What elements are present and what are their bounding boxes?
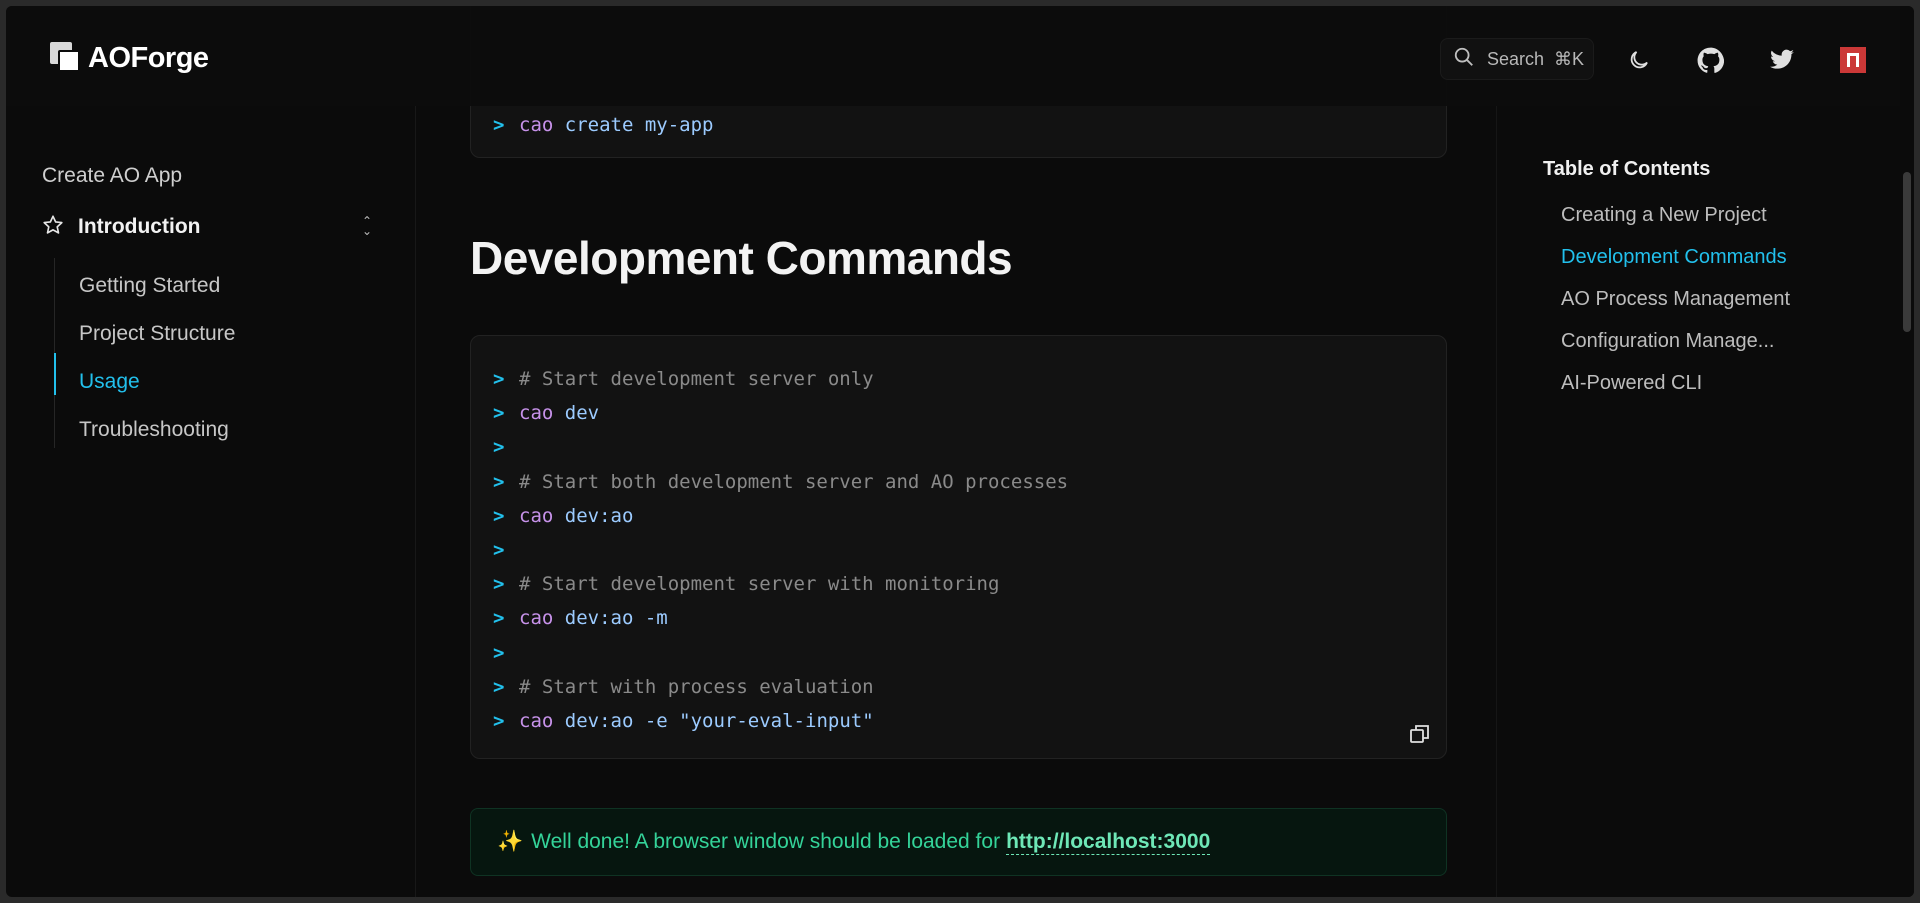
code-block-dev-commands: > # Start development server only > cao dev…: [470, 335, 1447, 759]
code-line: > # Start with process evaluation: [493, 673, 874, 701]
sidebar-item-project-structure[interactable]: Project Structure: [79, 322, 235, 346]
sidebar-link-create-ao-app[interactable]: Create AO App: [42, 164, 182, 188]
toc-item-creating-project[interactable]: Creating a New Project: [1561, 204, 1767, 227]
prompt-icon: >: [493, 504, 505, 527]
prompt-icon: >: [493, 368, 505, 390]
toc-item-ao-process-management[interactable]: AO Process Management: [1561, 288, 1790, 311]
code-command: cao: [519, 402, 554, 425]
moon-icon[interactable]: [1625, 46, 1653, 74]
code-line: > cao dev:ao: [493, 502, 633, 530]
code-line: > cao create my-app: [493, 111, 713, 139]
top-header: AOForge Search ⌘K: [6, 6, 1900, 106]
sidebar-item-troubleshooting[interactable]: Troubleshooting: [79, 418, 229, 442]
code-args: dev:ao -e: [553, 710, 680, 732]
npm-icon[interactable]: [1839, 46, 1867, 74]
code-line: >: [493, 433, 519, 461]
success-callout: ✨ Well done! A browser window should be …: [470, 808, 1447, 876]
scrollbar[interactable]: [1900, 6, 1914, 897]
search-label: Search: [1487, 48, 1545, 69]
star-icon: [42, 214, 64, 241]
code-line: > cao dev: [493, 399, 599, 427]
copy-icon[interactable]: [1408, 722, 1432, 746]
prompt-icon: >: [493, 539, 505, 561]
scroll-thumb[interactable]: [1903, 172, 1911, 332]
code-line: > cao dev:ao -e "your-eval-input": [493, 707, 874, 735]
toc-item-development-commands[interactable]: Development Commands: [1561, 246, 1787, 269]
code-args: dev:ao: [553, 504, 634, 527]
active-indicator: [54, 353, 56, 395]
prompt-icon: >: [493, 573, 505, 596]
code-comment: # Start development server only: [519, 368, 874, 390]
github-icon[interactable]: [1696, 46, 1724, 74]
code-args: dev:ao -m: [553, 607, 668, 630]
code-line: >: [493, 639, 519, 667]
prompt-icon: >: [493, 641, 505, 664]
code-comment: # Start development server with monitori…: [519, 573, 1000, 596]
sidebar-list: Getting Started Project Structure Usage …: [54, 258, 354, 448]
prompt-icon: >: [493, 675, 505, 698]
code-command: cao: [519, 504, 554, 527]
code-string: "your-eval-input": [679, 710, 874, 732]
sidebar-section-introduction[interactable]: Introduction ⌃ ⌄: [42, 210, 372, 244]
code-line: > cao dev:ao -m: [493, 604, 668, 632]
prompt-icon: >: [493, 470, 505, 493]
search-shortcut: ⌘K: [1554, 48, 1585, 69]
main-content: > cao create my-app Development Commands…: [416, 6, 1496, 897]
sidebar-item-usage[interactable]: Usage: [79, 370, 140, 394]
code-args: dev: [553, 402, 600, 425]
localhost-link[interactable]: http://localhost:3000: [1006, 830, 1211, 855]
code-line: > # Start development server with monitor…: [493, 570, 999, 598]
callout-text: Well done! A browser window should be lo…: [531, 830, 1001, 853]
search-button[interactable]: Search ⌘K: [1440, 38, 1594, 80]
prompt-icon: >: [493, 607, 505, 630]
prompt-icon: >: [493, 114, 505, 136]
table-of-contents: Table of Contents Creating a New Project…: [1496, 106, 1900, 897]
section-heading: Development Commands: [470, 232, 1013, 284]
code-line: > # Start both development server and AO …: [493, 468, 1068, 496]
code-line: > # Start development server only: [493, 365, 874, 393]
chevron-collapse-icon[interactable]: ⌃ ⌄: [362, 215, 372, 237]
app-window: > cao create my-app Development Commands…: [6, 6, 1914, 897]
code-args: create my-app: [553, 114, 714, 136]
code-comment: # Start with process evaluation: [519, 675, 874, 698]
prompt-icon: >: [493, 402, 505, 425]
code-command: cao: [519, 114, 554, 136]
toc-title: Table of Contents: [1543, 158, 1711, 180]
code-command: cao: [519, 607, 554, 630]
toc-item-configuration-management[interactable]: Configuration Manage...: [1561, 330, 1774, 353]
logo-icon: [50, 42, 82, 74]
prompt-icon: >: [493, 710, 505, 732]
sidebar-item-getting-started[interactable]: Getting Started: [79, 274, 220, 298]
logo[interactable]: AOForge: [50, 38, 209, 78]
code-command: cao: [519, 710, 554, 732]
toc-item-ai-powered-cli[interactable]: AI-Powered CLI: [1561, 372, 1702, 395]
sidebar-section-label: Introduction: [78, 215, 201, 238]
search-icon: [1453, 46, 1487, 73]
sparkles-icon: ✨: [497, 830, 524, 853]
code-comment: # Start both development server and AO p…: [519, 470, 1069, 493]
prompt-icon: >: [493, 436, 505, 459]
logo-text: AOForge: [88, 41, 209, 74]
code-line: >: [493, 536, 519, 564]
twitter-icon[interactable]: [1768, 46, 1796, 74]
sidebar: Create AO App Introduction ⌃ ⌄ Getting St…: [6, 106, 416, 897]
